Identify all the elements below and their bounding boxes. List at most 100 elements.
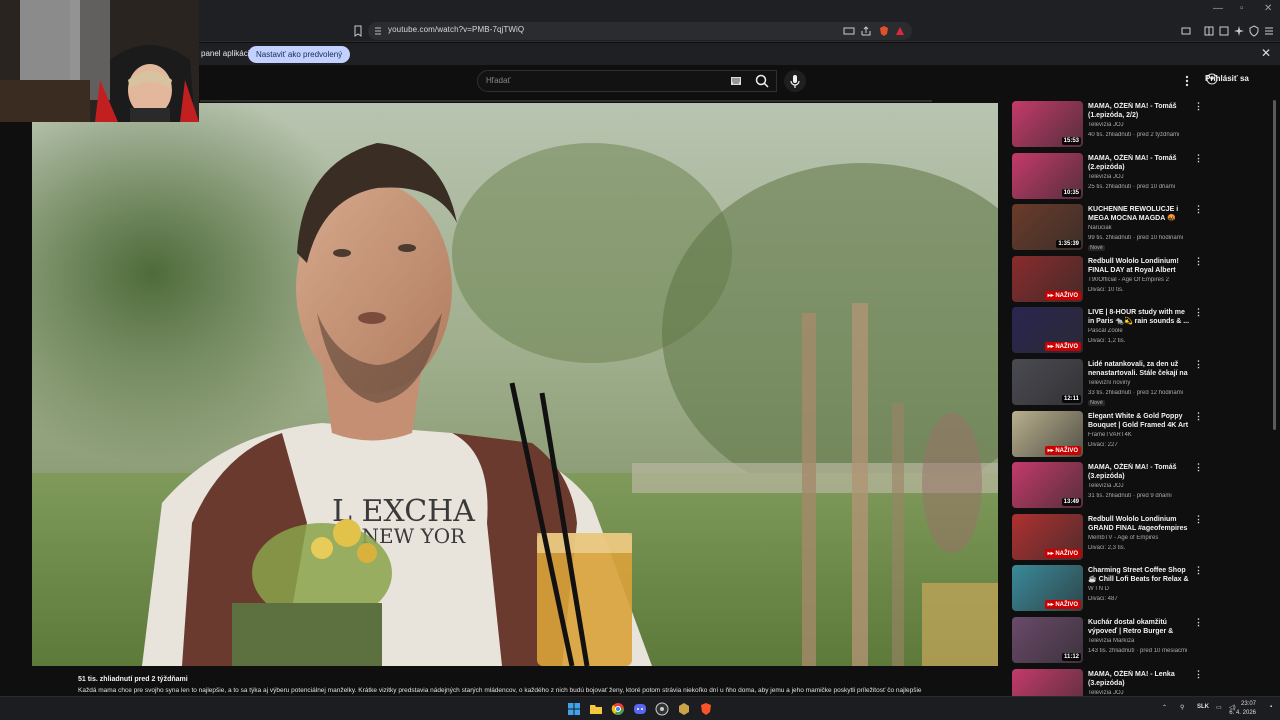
app-icon[interactable]: [677, 702, 691, 716]
infobar-close-icon[interactable]: ✕: [1261, 46, 1271, 60]
recommendation-title[interactable]: MAMA, OŽEŇ MA! - Tomáš (3.epizóda): [1088, 463, 1192, 481]
video-thumbnail[interactable]: 11:12: [1012, 617, 1083, 663]
notifications-icon[interactable]: ▪: [1270, 704, 1272, 710]
recommendation-channel[interactable]: Televízia JOJ: [1088, 690, 1192, 696]
more-actions-icon[interactable]: ⋮: [1194, 359, 1203, 370]
video-thumbnail[interactable]: ▸▸ NAŽIVO: [1012, 565, 1083, 612]
brave-shield-icon[interactable]: [878, 25, 890, 37]
recommendation-item[interactable]: 13:49 MAMA, OŽEŇ MA! - Tomáš (3.epizóda) T…: [1010, 462, 1270, 510]
sign-in-button[interactable]: Prihlásiť sa: [1205, 74, 1249, 83]
more-actions-icon[interactable]: ⋮: [1194, 204, 1203, 215]
more-actions-icon[interactable]: ⋮: [1194, 153, 1203, 164]
recommendation-title[interactable]: MAMA, OŽEŇ MA! - Tomáš (1.epizóda, 2/2): [1088, 102, 1192, 120]
language-indicator[interactable]: SLK: [1197, 704, 1209, 710]
recommendation-item[interactable]: ▸▸ NAŽIVO Redbull Wololo Londinium GRAND …: [1010, 513, 1270, 562]
recommendation-channel[interactable]: Naruciak: [1088, 225, 1192, 231]
more-actions-icon[interactable]: ⋮: [1194, 411, 1203, 422]
video-thumbnail[interactable]: 13:49: [1012, 462, 1083, 509]
more-actions-icon[interactable]: ⋮: [1194, 307, 1203, 318]
voice-search-icon[interactable]: [784, 70, 806, 92]
chrome-icon[interactable]: [611, 702, 625, 716]
settings-kebab-icon[interactable]: [1185, 75, 1189, 87]
recommendation-item[interactable]: 12:11 Lidé natankovali, za den už nenasta…: [1010, 359, 1270, 407]
recommendation-title[interactable]: Redbull Wololo Londinium GRAND FINAL #ag…: [1088, 515, 1192, 533]
more-actions-icon[interactable]: ⋮: [1194, 617, 1203, 628]
brave-browser-icon[interactable]: [699, 702, 713, 716]
set-default-button[interactable]: Nastaviť ako predvolený: [248, 46, 351, 63]
recommendation-title[interactable]: MAMA, OŽEŇ MA! - Lenka (3.epizóda): [1088, 670, 1192, 688]
install-app-icon[interactable]: [843, 25, 855, 37]
recommendation-item[interactable]: MAMA, OŽEŇ MA! - Lenka (3.epizóda) Televí…: [1010, 668, 1270, 696]
recommendation-item[interactable]: ▸▸ NAŽIVO Charming Street Coffee Shop ☕ C…: [1010, 565, 1270, 613]
recommendation-title[interactable]: LIVE | 8-HOUR study with me in Paris 🐀💫 …: [1088, 308, 1192, 326]
leo-ai-icon[interactable]: [1233, 25, 1245, 37]
recommendation-channel[interactable]: T90Official - Age Of Empires 2: [1088, 277, 1192, 283]
recommendation-item[interactable]: ▸▸ NAŽIVO LIVE | 8-HOUR study with me in …: [1010, 307, 1270, 355]
recommendation-item[interactable]: 1:35:39 KUCHENNE REWOLUCJE i MEGA MOCNA M…: [1010, 204, 1270, 252]
vpn-icon[interactable]: [1248, 25, 1260, 37]
share-icon[interactable]: [860, 25, 872, 37]
video-player[interactable]: L EXCHA Y NEW YOR: [32, 103, 998, 666]
more-actions-icon[interactable]: ⋮: [1194, 462, 1203, 473]
reading-list-icon[interactable]: [1218, 25, 1230, 37]
recommendation-title[interactable]: Charming Street Coffee Shop ☕ Chill Lofi…: [1088, 566, 1192, 585]
recommendation-channel[interactable]: Televízia JOJ: [1088, 122, 1192, 128]
close-window-icon[interactable]: ✕: [1264, 3, 1272, 14]
more-actions-icon[interactable]: ⋮: [1194, 101, 1203, 112]
windows-start-icon[interactable]: [567, 702, 581, 716]
recommendation-channel[interactable]: MembTV - Age of Empires: [1088, 535, 1192, 541]
video-thumbnail[interactable]: 10:35: [1012, 152, 1083, 199]
recommendation-item[interactable]: 11:12 Kuchár dostal okamžitú výpoveď | Re…: [1010, 617, 1270, 665]
search-button[interactable]: [747, 70, 777, 92]
recommendation-title[interactable]: KUCHENNE REWOLUCJE i MEGA MOCNA MAGDA 🤬: [1088, 205, 1192, 223]
more-actions-icon[interactable]: ⋮: [1194, 514, 1203, 525]
network-icon[interactable]: ▭: [1216, 704, 1222, 711]
brave-rewards-icon[interactable]: [894, 25, 906, 37]
video-thumbnail[interactable]: [1012, 668, 1083, 696]
video-thumbnail[interactable]: ▸▸ NAŽIVO: [1012, 255, 1083, 302]
video-thumbnail[interactable]: ▸▸ NAŽIVO: [1012, 307, 1083, 354]
recommendation-channel[interactable]: Televízia JOJ: [1088, 174, 1192, 180]
menu-icon[interactable]: [1263, 25, 1275, 37]
recommendation-item[interactable]: 10:35 MAMA, OŽEŇ MA! - Tomáš (2.epizóda) T…: [1010, 152, 1270, 201]
obs-icon[interactable]: [655, 702, 669, 716]
recommendation-channel[interactable]: Pascal Zoole: [1088, 328, 1192, 334]
extensions-icon[interactable]: [1180, 25, 1192, 37]
video-thumbnail[interactable]: 1:35:39: [1012, 204, 1083, 251]
page-scrollbar[interactable]: [1273, 100, 1276, 430]
video-thumbnail[interactable]: ▸▸ NAŽIVO: [1012, 513, 1083, 560]
recommendation-channel[interactable]: Televízia Markíza: [1088, 638, 1192, 644]
site-info-icon[interactable]: [374, 26, 382, 35]
recommendation-title[interactable]: Lidé natankovali, za den už nenastartova…: [1088, 360, 1192, 379]
usb-icon[interactable]: ⚲: [1180, 704, 1184, 711]
tray-chevron-icon[interactable]: ⌃: [1162, 704, 1167, 711]
recommendation-item[interactable]: ▸▸ NAŽIVO Elegant White & Gold Poppy Bouq…: [1010, 410, 1270, 459]
webcam-overlay: [0, 0, 199, 122]
recommendation-channel[interactable]: Televízia JOJ: [1088, 483, 1192, 489]
bookmark-icon[interactable]: [352, 25, 364, 37]
recommendation-title[interactable]: MAMA, OŽEŇ MA! - Tomáš (2.epizóda): [1088, 154, 1192, 172]
more-actions-icon[interactable]: ⋮: [1194, 669, 1203, 680]
recommendation-title[interactable]: Kuchár dostal okamžitú výpoveď | Retro B…: [1088, 618, 1192, 637]
discord-icon[interactable]: [633, 702, 647, 716]
address-bar[interactable]: youtube.com/watch?v=PMB-7qjTWiQ: [368, 22, 912, 40]
recommendation-item[interactable]: ▸▸ NAŽIVO Redbull Wololo Londinium! FINAL…: [1010, 255, 1270, 304]
file-explorer-icon[interactable]: [589, 702, 603, 716]
system-clock[interactable]: 23:07 6. 4. 2026: [1229, 700, 1256, 718]
video-thumbnail[interactable]: 12:11: [1012, 359, 1083, 405]
keyboard-icon[interactable]: [731, 77, 741, 85]
minimize-icon[interactable]: —: [1213, 3, 1223, 14]
maximize-icon[interactable]: ▫: [1240, 3, 1244, 14]
recommendation-item[interactable]: 15:53 MAMA, OŽEŇ MA! - Tomáš (1.epizóda, …: [1010, 101, 1270, 149]
recommendation-title[interactable]: Elegant White & Gold Poppy Bouquet | Gol…: [1088, 412, 1192, 431]
more-actions-icon[interactable]: ⋮: [1194, 256, 1203, 267]
recommendation-channel[interactable]: FrameTVART4K: [1088, 432, 1192, 438]
video-thumbnail[interactable]: ▸▸ NAŽIVO: [1012, 410, 1083, 457]
sidebar-icon[interactable]: [1203, 25, 1215, 37]
video-description[interactable]: 51 tis. zhliadnutí pred 2 týždňami Každá…: [78, 676, 990, 694]
recommendation-title[interactable]: Redbull Wololo Londinium! FINAL DAY at R…: [1088, 257, 1192, 276]
video-thumbnail[interactable]: 15:53: [1012, 101, 1083, 147]
recommendation-channel[interactable]: W I N D: [1088, 586, 1192, 592]
more-actions-icon[interactable]: ⋮: [1194, 565, 1203, 576]
recommendation-channel[interactable]: Televizní noviny: [1088, 380, 1192, 386]
